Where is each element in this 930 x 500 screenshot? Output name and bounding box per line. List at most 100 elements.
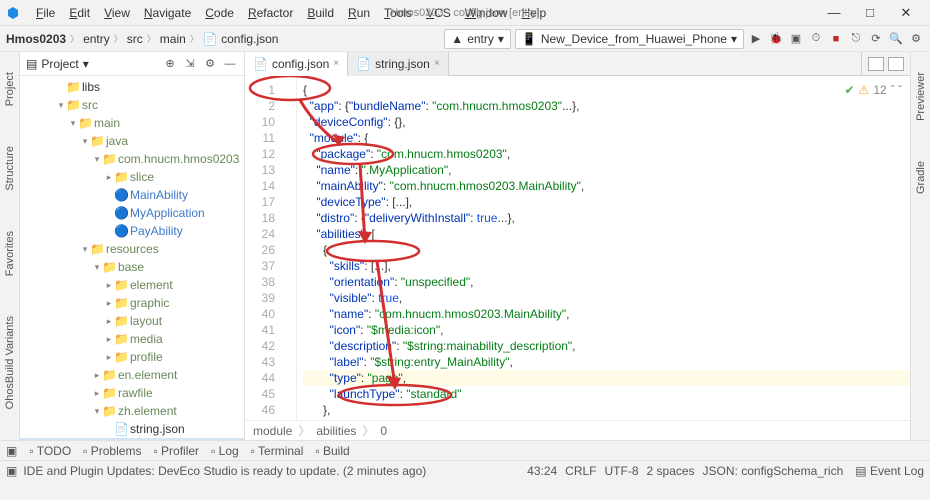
hide-icon[interactable]: — [222, 56, 238, 72]
coverage-icon[interactable]: ▣ [788, 31, 804, 47]
tree-node[interactable]: ▸📁graphic [20, 294, 244, 312]
json-icon: 📄 [253, 57, 268, 71]
line-separator[interactable]: CRLF [565, 464, 596, 478]
run-icon[interactable]: ▶ [748, 31, 764, 47]
caret-position[interactable]: 43:24 [527, 464, 557, 478]
toolwindow-build[interactable]: ▫ Build [315, 444, 349, 458]
tree-node[interactable]: ▸📁slice [20, 168, 244, 186]
tree-node[interactable]: ▸📁element [20, 276, 244, 294]
editor-crumb[interactable]: 0 [380, 424, 387, 438]
inspection-widget[interactable]: ✔ ⚠ 12 ˆ ˇ [844, 82, 902, 98]
rail-gradle[interactable]: Gradle [915, 161, 927, 194]
split-view-icon[interactable] [888, 57, 904, 71]
code-area[interactable]: 1210111213141718242637383940414243444546… [245, 76, 910, 420]
editor-breadcrumb[interactable]: module〉abilities〉0 [245, 420, 910, 440]
minimize-button[interactable]: — [820, 5, 848, 21]
app-logo-icon [6, 5, 22, 21]
profile-icon[interactable]: ⏱ [808, 31, 824, 47]
debug-icon[interactable]: 🐞 [768, 31, 784, 47]
chevron-down-icon[interactable]: ▾ [83, 57, 89, 71]
window-title: Hmos0203 - config.json [entry] [390, 7, 539, 19]
tree-node[interactable]: ▸📁en.element [20, 366, 244, 384]
json-schema[interactable]: JSON: configSchema_rich [703, 464, 844, 478]
list-view-icon[interactable] [868, 57, 884, 71]
code-text[interactable]: { "app": {"bundleName": "com.hnucm.hmos0… [297, 76, 910, 420]
check-icon: ✔ [844, 82, 854, 98]
encoding[interactable]: UTF-8 [605, 464, 639, 478]
tree-node[interactable]: ▾📁base [20, 258, 244, 276]
breadcrumb-item[interactable]: entry [83, 32, 110, 46]
rail-structure[interactable]: Structure [4, 146, 16, 191]
collapse-all-icon[interactable]: ⇲ [182, 56, 198, 72]
toolwindow-terminal[interactable]: ▫ Terminal [251, 444, 304, 458]
rail-project[interactable]: Project [4, 72, 16, 106]
maximize-button[interactable]: □ [856, 5, 884, 21]
close-tab-icon[interactable]: × [434, 58, 440, 69]
toolwindow-profiler[interactable]: ▫ Profiler [153, 444, 199, 458]
close-button[interactable]: ✕ [892, 5, 920, 21]
eventlog-button[interactable]: ▤ Event Log [855, 464, 924, 478]
breadcrumb-item[interactable]: Hmos0203 [6, 32, 66, 46]
breadcrumb-item[interactable]: 📄 config.json [203, 32, 279, 46]
stop-icon[interactable]: ■ [828, 31, 844, 47]
tree-node[interactable]: 📄string.json [20, 420, 244, 438]
warning-count: 12 [873, 82, 886, 98]
tree-node[interactable]: ▸📁profile [20, 348, 244, 366]
tree-node[interactable]: ▾📁resources [20, 240, 244, 258]
rail-favorites[interactable]: Favorites [4, 231, 16, 276]
menu-run[interactable]: Run [342, 4, 376, 22]
project-dropdown-icon[interactable]: ▤ [26, 57, 37, 71]
indent[interactable]: 2 spaces [647, 464, 695, 478]
tree-node[interactable]: 📄config.json [20, 438, 244, 440]
select-opened-file-icon[interactable]: ⊕ [162, 56, 178, 72]
run-module-selector[interactable]: ▲ entry ▾ [444, 29, 511, 49]
rail-previewer[interactable]: Previewer [915, 72, 927, 121]
close-tab-icon[interactable]: × [333, 58, 339, 69]
tree-node[interactable]: ▾📁src [20, 96, 244, 114]
menu-code[interactable]: Code [199, 4, 240, 22]
tree-node[interactable]: ▸📁media [20, 330, 244, 348]
gutter: 1210111213141718242637383940414243444546… [245, 76, 283, 420]
menu-navigate[interactable]: Navigate [138, 4, 197, 22]
tree-node[interactable]: ▾📁com.hnucm.hmos0203 [20, 150, 244, 168]
attach-icon[interactable]: ⎋ [848, 31, 864, 47]
editor-crumb[interactable]: module [253, 424, 292, 438]
phone-icon: 📱 [522, 32, 537, 46]
tree-node[interactable]: ▾📁java [20, 132, 244, 150]
menu-edit[interactable]: Edit [63, 4, 96, 22]
search-icon[interactable]: 🔍 [888, 31, 904, 47]
titlebar: FileEditViewNavigateCodeRefactorBuildRun… [0, 0, 930, 26]
editor-crumb[interactable]: abilities [316, 424, 356, 438]
tree-node[interactable]: 🔵MyApplication [20, 204, 244, 222]
module-icon: ▲ [451, 32, 463, 46]
editor-tab[interactable]: 📄config.json× [245, 52, 348, 76]
project-tree[interactable]: 📁libs▾📁src▾📁main▾📁java▾📁com.hnucm.hmos02… [20, 76, 244, 440]
menu-view[interactable]: View [98, 4, 136, 22]
rail-ohosbuild-variants[interactable]: OhosBuild Variants [4, 316, 16, 409]
toolwindow-problems[interactable]: ▫ Problems [83, 444, 141, 458]
window-controls: — □ ✕ [820, 5, 924, 21]
breadcrumb-item[interactable]: main [160, 32, 186, 46]
tree-node[interactable]: 📁libs [20, 78, 244, 96]
menu-file[interactable]: File [30, 4, 61, 22]
fold-column[interactable] [283, 76, 297, 420]
tool-window-toggle[interactable]: ▣ [6, 444, 17, 458]
menu-build[interactable]: Build [301, 4, 340, 22]
device-selector[interactable]: 📱 New_Device_from_Huawei_Phone ▾ [515, 29, 744, 49]
gear-icon[interactable]: ⚙ [202, 56, 218, 72]
breadcrumb: Hmos0203〉entry〉src〉main〉📄 config.json [6, 32, 278, 46]
breadcrumb-item[interactable]: src [127, 32, 143, 46]
tree-node[interactable]: ▾📁zh.element [20, 402, 244, 420]
tree-node[interactable]: 🔵MainAbility [20, 186, 244, 204]
editor-tab[interactable]: 📄string.json× [348, 52, 449, 76]
menu-refactor[interactable]: Refactor [242, 4, 299, 22]
toolwindow-todo[interactable]: ▫ TODO [29, 444, 71, 458]
tree-node[interactable]: ▾📁main [20, 114, 244, 132]
tree-node[interactable]: 🔵PayAbility [20, 222, 244, 240]
chevron-icon: ˆ ˇ [891, 82, 902, 98]
sync-icon[interactable]: ⟳ [868, 31, 884, 47]
tree-node[interactable]: ▸📁rawfile [20, 384, 244, 402]
tree-node[interactable]: ▸📁layout [20, 312, 244, 330]
settings-icon[interactable]: ⚙ [908, 31, 924, 47]
toolwindow-log[interactable]: ▫ Log [211, 444, 239, 458]
